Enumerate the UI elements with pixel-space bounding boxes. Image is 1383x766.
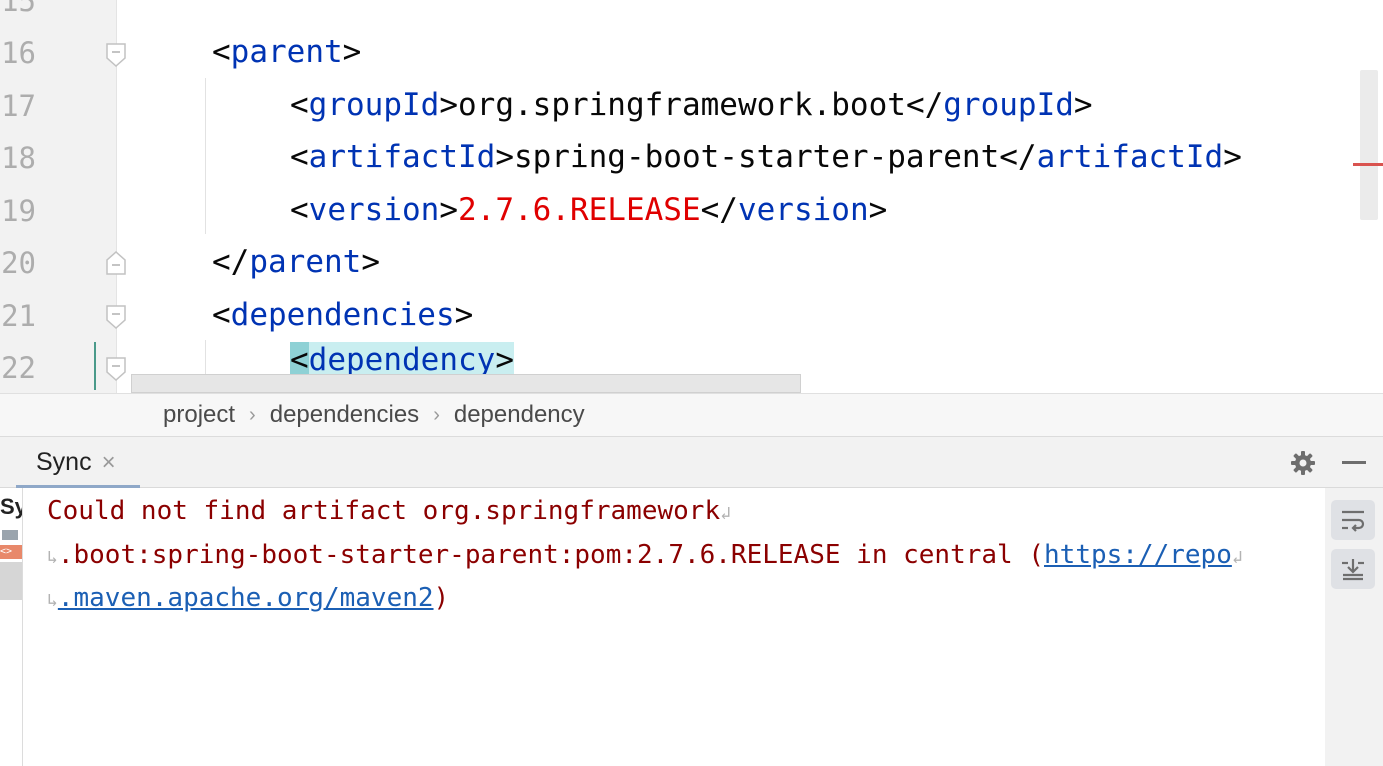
soft-wrap-end-icon: ↲ bbox=[1231, 547, 1243, 568]
code-line-20[interactable]: </parent> bbox=[212, 244, 380, 280]
bracket: < bbox=[290, 87, 309, 123]
xml-file-icon: <> bbox=[0, 545, 22, 559]
tab-label: Sync bbox=[36, 448, 92, 476]
soft-wrap-start-icon: ↳ bbox=[47, 547, 58, 568]
bracket: > bbox=[454, 297, 474, 333]
current-line-marker bbox=[94, 342, 96, 390]
tag-name: dependency bbox=[308, 342, 496, 378]
bracket: </ bbox=[212, 244, 250, 280]
breadcrumb: project › dependencies › dependency bbox=[0, 393, 1383, 437]
line-number: 22 bbox=[1, 351, 36, 385]
code-line-21[interactable]: <dependencies> bbox=[212, 297, 473, 333]
soft-wrap-end-icon: ↲ bbox=[720, 503, 731, 524]
tag-value: org.springframework.boot bbox=[458, 87, 906, 123]
tag-name: parent bbox=[249, 244, 362, 280]
close-icon[interactable]: × bbox=[102, 449, 116, 477]
code-line-17[interactable]: <groupId>org.springframework.boot</group… bbox=[290, 87, 1093, 123]
chevron-right-icon: › bbox=[433, 403, 440, 426]
tag-name: artifactId bbox=[1036, 139, 1224, 175]
tool-window-header: Sync × bbox=[0, 437, 1383, 489]
repository-link[interactable]: .maven.apache.org/maven2 bbox=[58, 583, 434, 613]
console-line: ↳.maven.apache.org/maven2) bbox=[47, 583, 449, 616]
sync-tree-label: Sy bbox=[0, 494, 22, 519]
chevron-right-icon: › bbox=[249, 403, 256, 426]
tree-selection[interactable] bbox=[0, 562, 22, 600]
breadcrumb-item-project[interactable]: project bbox=[163, 401, 235, 429]
vertical-scrollbar[interactable] bbox=[1360, 70, 1378, 220]
bracket: > bbox=[342, 34, 362, 70]
bracket: > bbox=[495, 139, 514, 175]
line-number: 16 bbox=[1, 36, 36, 70]
bracket: < bbox=[290, 192, 309, 228]
line-number: 21 bbox=[1, 299, 36, 333]
tag-name: groupId bbox=[943, 87, 1074, 123]
horizontal-scrollbar[interactable] bbox=[131, 374, 801, 393]
error-text: ) bbox=[433, 583, 450, 613]
indent-guide bbox=[205, 78, 206, 234]
line-number: 20 bbox=[1, 246, 36, 280]
code-line-19[interactable]: <version>2.7.6.RELEASE</version> bbox=[290, 192, 887, 228]
console-line: ↳.boot:spring-boot-starter-parent:pom:2.… bbox=[47, 540, 1243, 573]
line-number: 19 bbox=[1, 194, 36, 228]
fold-marker-icon[interactable] bbox=[105, 250, 126, 275]
line-number: 17 bbox=[1, 89, 36, 123]
bracket: > bbox=[1223, 139, 1242, 175]
line-number: 18 bbox=[1, 141, 36, 175]
bracket: </ bbox=[700, 192, 738, 228]
breadcrumb-item-dependency[interactable]: dependency bbox=[454, 401, 585, 429]
repository-link[interactable]: https://repo bbox=[1044, 540, 1232, 570]
error-text: .boot:spring-boot-starter-parent:pom:2.7… bbox=[57, 540, 1045, 570]
tag-value-error: 2.7.6.RELEASE bbox=[458, 192, 701, 228]
bracket: > bbox=[439, 192, 458, 228]
bracket: </ bbox=[905, 87, 944, 123]
tag-name: version bbox=[737, 192, 869, 228]
bracket: < bbox=[290, 139, 309, 175]
bracket: > bbox=[361, 244, 380, 280]
sync-console-output[interactable]: Could not find artifact org.springframew… bbox=[23, 488, 1325, 766]
line-number: 15 bbox=[1, 0, 36, 18]
tree-node-icon bbox=[2, 530, 18, 540]
bracket: > bbox=[495, 342, 514, 378]
fold-marker-icon[interactable] bbox=[105, 356, 126, 382]
console-toolbar bbox=[1325, 488, 1383, 766]
scroll-to-end-icon[interactable] bbox=[1331, 549, 1375, 589]
tag-name: dependencies bbox=[230, 297, 455, 333]
tag-value: spring-boot-starter-parent bbox=[513, 139, 1000, 175]
code-editor[interactable]: 15 16 17 18 19 20 21 22 <parent> <groupI… bbox=[0, 0, 1383, 393]
error-text: Could not find artifact org.springframew… bbox=[47, 496, 721, 526]
soft-wrap-icon[interactable] bbox=[1331, 500, 1375, 540]
minimize-icon[interactable] bbox=[1342, 461, 1366, 464]
bracket: < bbox=[212, 297, 231, 333]
gear-icon[interactable] bbox=[1290, 450, 1316, 476]
soft-wrap-start-icon: ↳ bbox=[47, 590, 58, 611]
breadcrumb-item-dependencies[interactable]: dependencies bbox=[270, 401, 419, 429]
tag-name: artifactId bbox=[308, 139, 496, 175]
tag-name: groupId bbox=[308, 87, 440, 123]
fold-marker-icon[interactable] bbox=[105, 42, 126, 68]
bracket: < bbox=[290, 342, 309, 378]
code-line-18[interactable]: <artifactId>spring-boot-starter-parent</… bbox=[290, 139, 1242, 175]
console-line: Could not find artifact org.springframew… bbox=[47, 496, 731, 529]
tag-name: version bbox=[308, 192, 440, 228]
tag-name: parent bbox=[230, 34, 343, 70]
bracket: > bbox=[1073, 87, 1093, 123]
code-line-16[interactable]: <parent> bbox=[212, 34, 361, 70]
tab-sync[interactable]: Sync × bbox=[16, 437, 140, 489]
bracket: > bbox=[868, 192, 888, 228]
bracket: < bbox=[212, 34, 231, 70]
bracket: </ bbox=[999, 139, 1037, 175]
fold-marker-icon[interactable] bbox=[105, 304, 126, 330]
error-stripe-marker[interactable] bbox=[1353, 163, 1383, 166]
bracket: > bbox=[439, 87, 458, 123]
